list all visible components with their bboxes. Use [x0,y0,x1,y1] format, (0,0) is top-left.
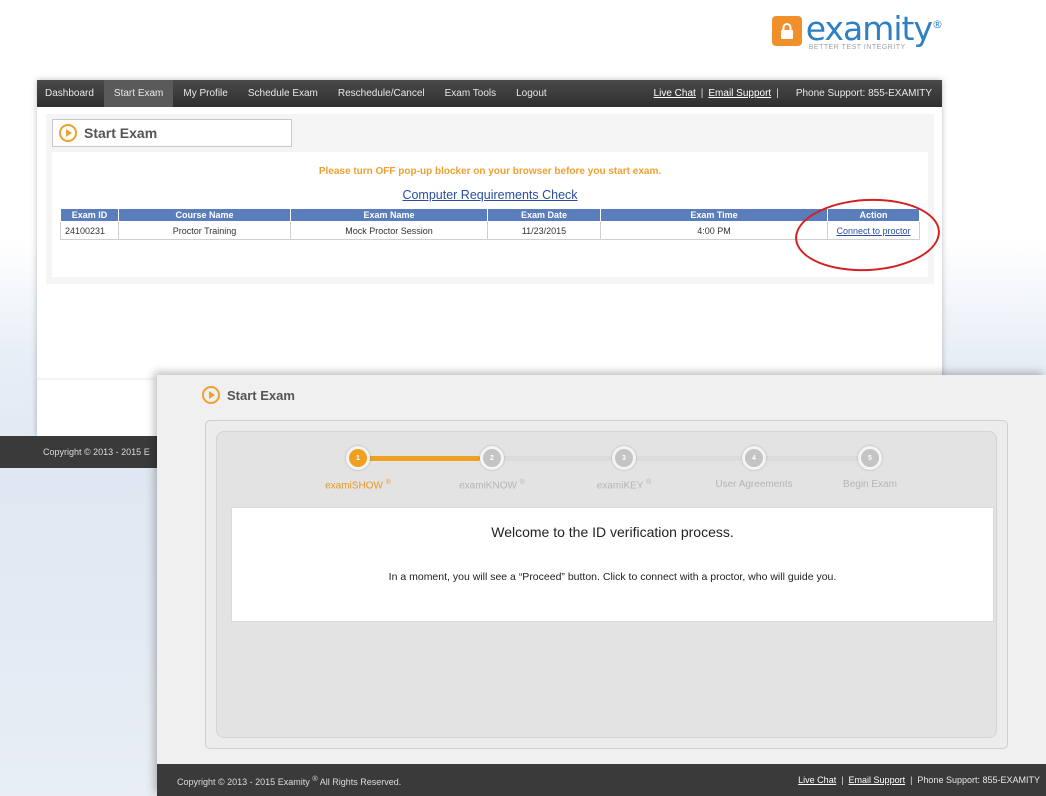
welcome-title: Welcome to the ID verification process. [491,524,734,540]
copyright-text: Copyright © 2013 - 2015 Examity ® All Ri… [177,773,402,787]
play-icon [202,386,220,404]
table-header-row: Exam ID Course Name Exam Name Exam Date … [60,208,920,222]
examity-logo: examity® BETTER TEST INTEGRITY [772,8,943,52]
step-3-label: examiKEY ® [596,479,652,492]
bottom-footer: Copyright © 2013 - 2015 Examity ® All Ri… [157,764,1046,796]
step-4-dot: 4 [742,446,766,470]
top-nav-bar: Dashboard Start Exam My Profile Schedule… [37,80,942,107]
requirements-check-link[interactable]: Computer Requirements Check [52,188,928,202]
section-header: Start Exam [202,386,295,404]
exam-table: Exam ID Course Name Exam Name Exam Date … [60,208,920,240]
step-1-label: examiSHOW ® [325,479,391,492]
verification-panel: 1 2 3 4 5 examiSHOW ® examiKNOW ® examiK… [205,420,1008,749]
col-course-name: Course Name [118,208,291,222]
nav-start-exam[interactable]: Start Exam [103,80,174,107]
logo-tagline: BETTER TEST INTEGRITY [808,43,906,51]
col-exam-date: Exam Date [487,208,601,222]
cell-course-name: Proctor Training [118,221,291,240]
step-connector [754,456,870,461]
nav-dashboard[interactable]: Dashboard [37,80,104,107]
lock-icon [772,16,802,46]
logo-wordmark: examity® [805,8,943,48]
welcome-box: Welcome to the ID verification process. … [231,507,994,622]
step-2-label: examiKNOW ® [459,479,525,492]
nav-my-profile[interactable]: My Profile [173,80,237,107]
copyright-text: Copyright © 2013 - 2015 E [43,447,150,457]
cell-exam-id: 24100231 [60,221,119,240]
live-chat-link[interactable]: Live Chat [798,775,836,785]
step-connector-done [358,456,480,461]
nav-exam-tools[interactable]: Exam Tools [435,80,507,107]
page-title: Start Exam [227,387,295,403]
support-links: Live Chat | Email Support | Phone Suppor… [654,88,942,99]
cell-exam-date: 11/23/2015 [487,221,601,240]
welcome-text: In a moment, you will see a “Proceed” bu… [388,571,837,583]
popup-warning: Please turn OFF pop-up blocker on your b… [318,166,662,177]
nav-reschedule-cancel[interactable]: Reschedule/Cancel [328,80,435,107]
nav-schedule-exam[interactable]: Schedule Exam [238,80,328,107]
live-chat-link[interactable]: Live Chat [654,88,696,99]
col-exam-name: Exam Name [290,208,488,222]
exam-panel: Please turn OFF pop-up blocker on your b… [52,152,928,277]
separator: | [776,88,779,99]
separator: | [700,88,704,99]
table-row: 24100231 Proctor Training Mock Proctor S… [60,221,920,240]
step-connector [492,456,612,461]
separator: | [910,775,913,785]
cell-exam-name: Mock Proctor Session [290,221,488,240]
verification-window: Start Exam 1 2 3 4 5 examiSHOW ® examiKN… [157,375,1046,796]
step-4-label: User Agreements [715,479,793,490]
col-exam-time: Exam Time [600,208,828,222]
step-5-dot: 5 [858,446,882,470]
phone-support: Phone Support: 855-EXAMITY [795,88,932,99]
col-exam-id: Exam ID [60,208,119,222]
nav-logout[interactable]: Logout [506,80,557,107]
support-links: Live Chat | Email Support | Phone Suppor… [798,775,1040,785]
step-1-dot: 1 [346,446,370,470]
step-5-label: Begin Exam [843,479,897,490]
phone-support: Phone Support: 855-EXAMITY [917,775,1040,785]
play-icon [59,124,77,142]
window-body-strip [37,380,157,436]
cell-exam-time: 4:00 PM [600,221,828,240]
verification-inner-panel: 1 2 3 4 5 examiSHOW ® examiKNOW ® examiK… [216,431,997,738]
step-2-dot: 2 [480,446,504,470]
start-exam-content: Start Exam Please turn OFF pop-up blocke… [46,114,934,284]
progress-stepper: 1 2 3 4 5 examiSHOW ® examiKNOW ® examiK… [217,446,996,496]
step-3-dot: 3 [612,446,636,470]
section-header: Start Exam [52,119,292,147]
email-support-link[interactable]: Email Support [849,775,906,785]
separator: | [841,775,844,785]
email-support-link[interactable]: Email Support [708,88,771,99]
page-title: Start Exam [84,125,158,141]
step-connector [624,456,742,461]
